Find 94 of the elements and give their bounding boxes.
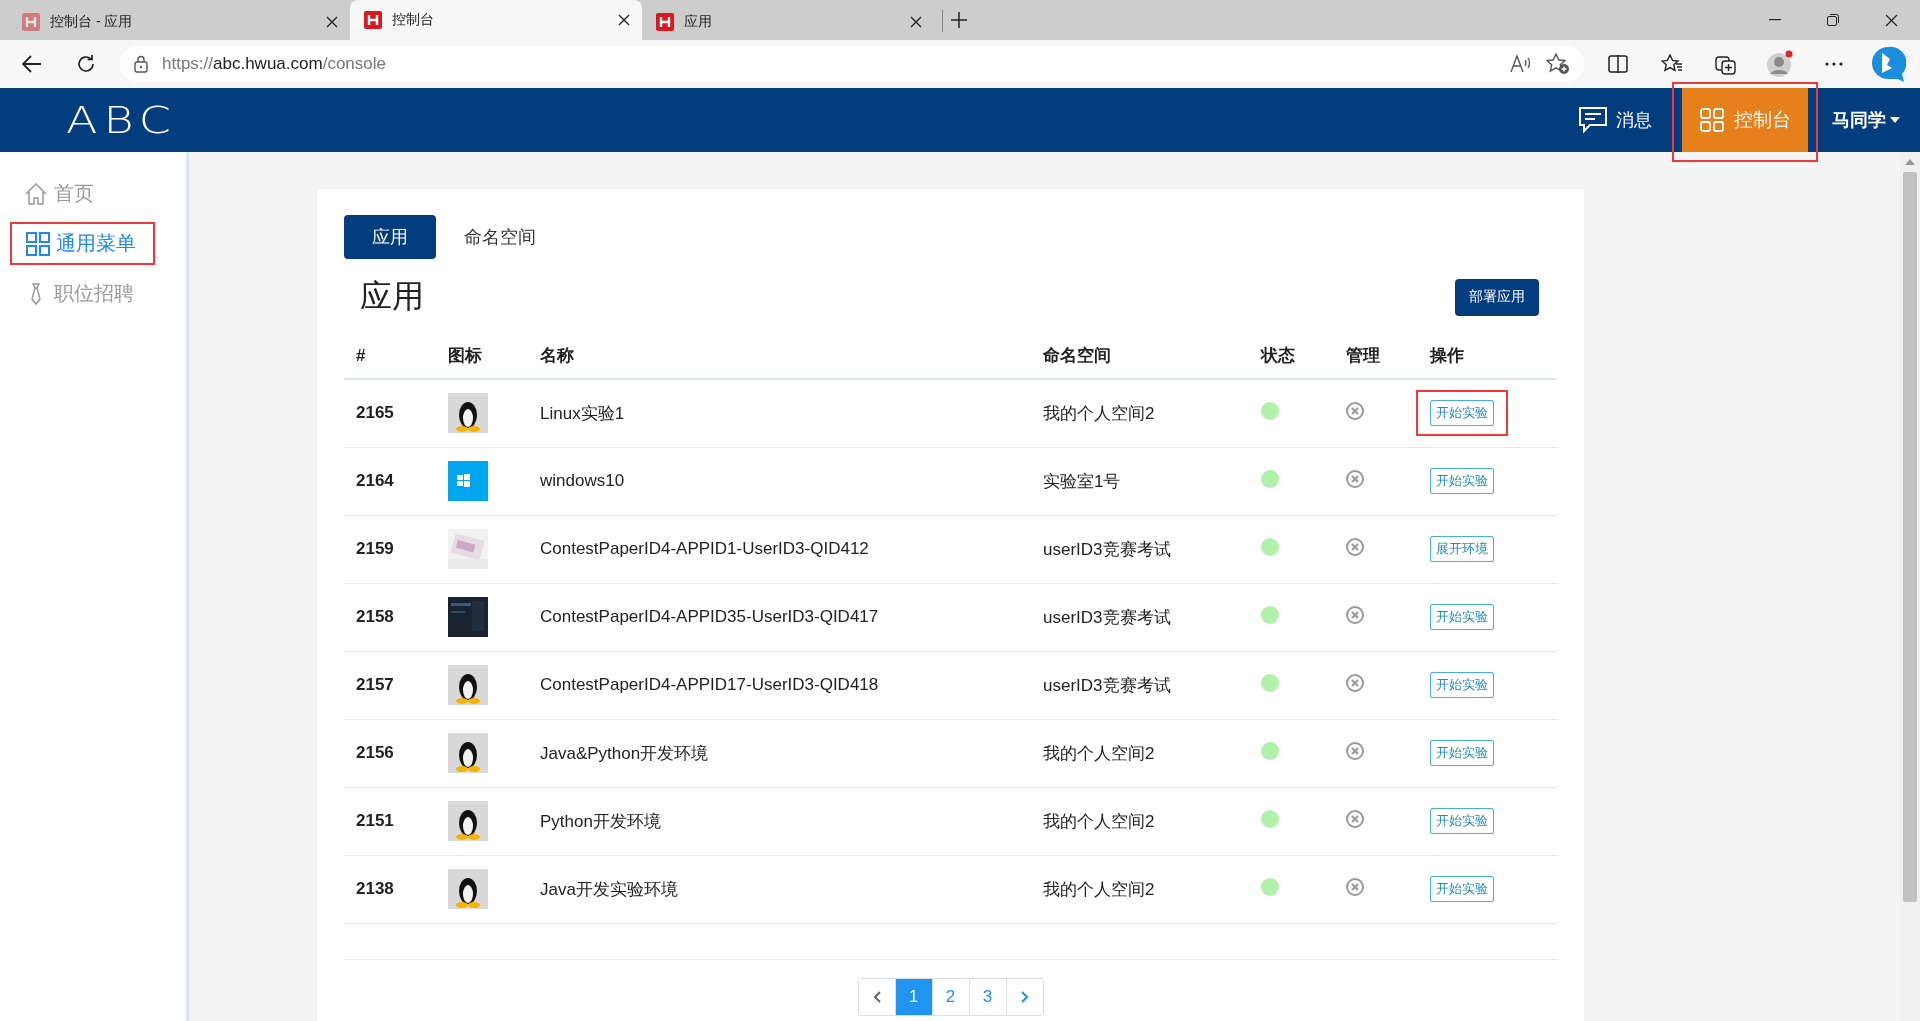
collections-icon[interactable] [1715,53,1737,75]
content-tab[interactable]: 应用 [344,215,436,259]
table-cell: 我的个人空间2 [1031,855,1249,923]
table-cell: 我的个人空间2 [1031,379,1249,447]
close-icon[interactable] [326,16,338,28]
page-icon [22,13,40,31]
sidebar-item[interactable]: 首页 [24,174,186,213]
scroll-thumb[interactable] [1903,172,1917,902]
chat-icon [1578,106,1610,134]
deploy-button[interactable]: 部署应用 [1455,278,1539,316]
favorite-add-icon[interactable] [1546,53,1570,75]
home-icon [24,181,48,206]
split-screen-icon[interactable] [1608,55,1628,73]
remove-icon[interactable] [1346,673,1364,692]
table-cell: windows10 [528,447,1031,515]
table-cell: Java&Python开发环境 [528,719,1031,787]
table-cell: ContestPaperID4-APPID35-UserID3-QID417 [528,583,1031,651]
table-cell: Linux实验1 [528,379,1031,447]
remove-icon[interactable] [1346,809,1364,828]
action-button[interactable]: 开始实验 [1430,876,1494,902]
refresh-icon[interactable] [76,54,96,74]
column-header: # [344,333,436,379]
sidebar-item[interactable]: 职位招聘 [24,274,186,313]
column-header: 图标 [436,333,528,379]
action-button[interactable]: 开始实验 [1430,400,1494,427]
table-cell: ContestPaperID4-APPID1-UserID3-QID412 [528,515,1031,583]
browser-tab[interactable]: 控制台 - 应用 [8,4,350,40]
table-cell: 我的个人空间2 [1031,719,1249,787]
table-cell: Java开发实验环境 [528,855,1031,923]
profile-avatar-icon[interactable] [1766,50,1794,78]
remove-icon[interactable] [1346,877,1364,896]
table-cell: userID3竞赛考试 [1031,583,1249,651]
page-icon [364,11,382,29]
action-button[interactable]: 开始实验 [1430,740,1494,766]
messages-link[interactable]: 消息 [1578,106,1652,134]
new-tab-icon[interactable] [951,12,967,28]
action-button[interactable]: 开始实验 [1430,604,1494,630]
minimize-icon[interactable] [1769,19,1781,21]
back-icon[interactable] [22,55,42,73]
action-button[interactable]: 开始实验 [1430,468,1494,494]
table-cell: 2158 [344,583,436,651]
grid-icon [26,231,50,256]
remove-icon[interactable] [1346,741,1364,760]
more-icon[interactable] [1825,62,1843,66]
page-icon [656,13,674,31]
chevron-left-icon [872,990,881,1003]
column-header: 操作 [1418,333,1557,379]
table-cell: 2164 [344,447,436,515]
user-menu[interactable]: 马同学 [1832,108,1900,132]
table-cell: 2159 [344,515,436,583]
action-button[interactable]: 开始实验 [1430,808,1494,834]
content-tab[interactable]: 命名空间 [436,215,564,259]
column-header: 命名空间 [1031,333,1249,379]
logo: ABC [66,98,177,142]
page-title: 应用 [360,277,424,316]
column-header: 名称 [528,333,1031,379]
sidebar-item[interactable]: 通用菜单 [10,222,155,265]
table-cell: 2138 [344,855,436,923]
table-cell: 我的个人空间2 [1031,787,1249,855]
column-header: 管理 [1334,333,1418,379]
table-cell: 2165 [344,379,436,447]
remove-icon[interactable] [1346,605,1364,624]
console-nav[interactable]: 控制台 [1682,88,1808,152]
table-cell: 2151 [344,787,436,855]
table-cell: 实验室1号 [1031,447,1249,515]
remove-icon[interactable] [1346,537,1364,556]
browser-tab[interactable]: 应用 [642,4,934,40]
chat-assistant-icon[interactable] [1870,45,1906,83]
caret-icon [1890,117,1900,123]
action-button[interactable]: 展开环境 [1430,536,1494,562]
close-icon[interactable] [1884,13,1898,27]
grid-icon [1699,108,1724,132]
action-button[interactable]: 开始实验 [1430,672,1494,698]
browser-tab[interactable]: 控制台 [350,0,642,40]
remove-icon[interactable] [1346,401,1364,420]
chevron-right-icon [1020,990,1029,1003]
remove-icon[interactable] [1346,469,1364,488]
column-header: 状态 [1249,333,1334,379]
favorites-icon[interactable] [1661,54,1683,74]
close-icon[interactable] [910,16,922,28]
address-bar[interactable]: https://abc.hwua.com/console [120,46,1584,82]
lock-icon [134,55,148,73]
table-cell: Python开发环境 [528,787,1031,855]
table-cell: userID3竞赛考试 [1031,651,1249,719]
page-button[interactable]: 1 [894,978,932,1015]
restore-icon[interactable] [1827,14,1839,26]
table-cell: 2156 [344,719,436,787]
close-icon[interactable] [618,14,630,26]
table-cell: 2157 [344,651,436,719]
read-aloud-icon[interactable] [1510,54,1532,74]
table-cell: userID3竞赛考试 [1031,515,1249,583]
table-cell: ContestPaperID4-APPID17-UserID3-QID418 [528,651,1031,719]
scrollbar[interactable] [1900,152,1920,1021]
url-text: https://abc.hwua.com/console [162,54,387,74]
